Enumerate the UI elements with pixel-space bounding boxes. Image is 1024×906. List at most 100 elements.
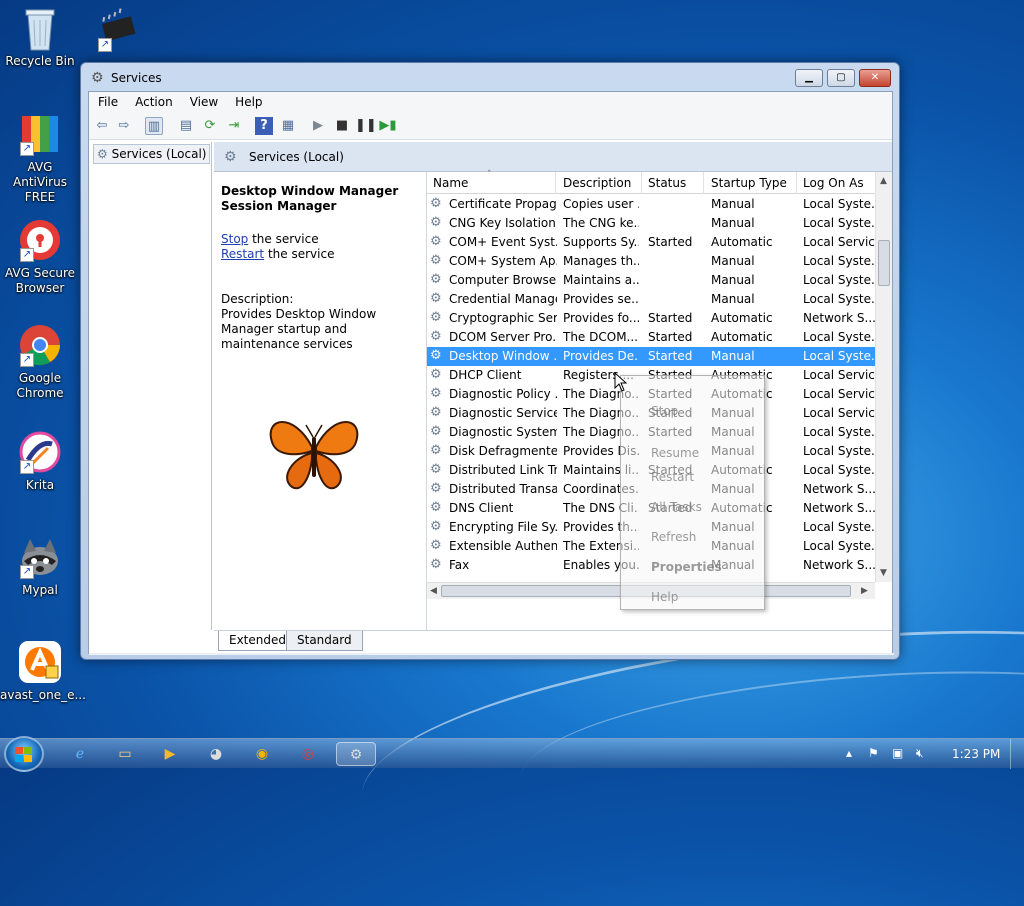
- table-row[interactable]: ⚙ COM+ System Ap... Manages th... Manual Loc…: [427, 252, 875, 271]
- recycle-bin-icon: [18, 6, 62, 51]
- stop-service-icon[interactable]: ■: [333, 117, 351, 135]
- table-row[interactable]: ⚙ Credential Manager Provides se... Manual L…: [427, 290, 875, 309]
- context-menu-item-resume[interactable]: Resume: [651, 446, 699, 460]
- tree-item-services-local[interactable]: ⚙ Services (Local): [93, 144, 211, 164]
- service-gear-icon: ⚙: [430, 272, 442, 287]
- show-hidden-icons-icon[interactable]: ▴: [846, 746, 852, 760]
- export-list-icon[interactable]: ⇥: [225, 117, 243, 135]
- desktop-icon-mypal[interactable]: ↗ Mypal: [0, 535, 80, 598]
- cell-name: DNS Client: [449, 501, 514, 515]
- table-row[interactable]: ⚙ Desktop Window ... Provides De... Started…: [427, 347, 875, 366]
- refresh-icon[interactable]: ⟳: [201, 117, 219, 135]
- cell-log-on-as: Network S...: [803, 482, 875, 496]
- cell-log-on-as: Local Syste...: [803, 444, 875, 458]
- vertical-scroll-thumb[interactable]: [878, 240, 890, 286]
- desktop-icon-chip-shortcut[interactable]: ↗: [78, 8, 158, 56]
- tab-standard[interactable]: Standard: [286, 631, 363, 651]
- vertical-scrollbar[interactable]: ▲ ▼: [875, 172, 892, 582]
- context-menu-item-all-tasks[interactable]: All Tasks: [651, 500, 702, 514]
- context-menu-item-stop[interactable]: Stop: [651, 404, 678, 418]
- pause-service-icon[interactable]: ❚❚: [355, 117, 377, 135]
- desktop-icon-avg-antivirus[interactable]: ↗ AVG AntiVirus FREE: [0, 112, 80, 205]
- table-row[interactable]: ⚙ DCOM Server Pro... The DCOM... Started Aut…: [427, 328, 875, 347]
- column-header-description[interactable]: Description: [563, 176, 631, 190]
- show-hide-console-tree-icon[interactable]: ▥: [145, 117, 163, 135]
- scroll-right-icon[interactable]: ▶: [861, 586, 868, 596]
- title-bar[interactable]: ⚙ Services ▁ ▢ ✕: [81, 63, 899, 91]
- desktop-icon-label: AVG AntiVirus FREE: [13, 160, 67, 204]
- services-pane: ⚙ Services (Local) Desktop Window Manage…: [214, 142, 892, 630]
- desktop-icon-label: Krita: [25, 478, 55, 492]
- context-menu-item-properties[interactable]: Properties: [651, 560, 722, 574]
- cell-log-on-as: Local Syste...: [803, 197, 875, 211]
- forward-arrow-icon[interactable]: ⇨: [115, 117, 133, 135]
- maximize-button[interactable]: ▢: [827, 69, 855, 87]
- column-header-status[interactable]: Status: [648, 176, 686, 190]
- desktop-icon-avast[interactable]: avast_one_e...: [0, 640, 86, 703]
- back-arrow-icon[interactable]: ⇦: [93, 117, 111, 135]
- window-client-area: File Action View Help ⇦ ⇨ ▥ ▤ ⟳ ⇥ ? ▦ ▶ ■ ❚…: [88, 91, 894, 655]
- menu-view[interactable]: View: [181, 92, 226, 109]
- internet-explorer-icon[interactable]: ℯ: [68, 742, 92, 766]
- desktop-icon-krita[interactable]: ↗ Krita: [0, 430, 80, 493]
- menu-file[interactable]: File: [89, 92, 126, 109]
- cell-log-on-as: Local Syste...: [803, 254, 875, 268]
- column-separator[interactable]: [703, 172, 704, 194]
- table-row[interactable]: ⚙ Computer Browser Maintains a... Manual Loc…: [427, 271, 875, 290]
- desktop-icon-recycle-bin[interactable]: Recycle Bin: [0, 6, 80, 69]
- restart-service-link[interactable]: Restart: [221, 247, 264, 261]
- table-row[interactable]: ⚙ CNG Key Isolation The CNG ke... Manual Loc…: [427, 214, 875, 233]
- restart-service-icon[interactable]: ▶▮: [379, 117, 397, 135]
- help-icon[interactable]: ?: [255, 117, 273, 135]
- column-separator[interactable]: [555, 172, 556, 194]
- column-header-log-on-as[interactable]: Log On As: [803, 176, 864, 190]
- clock[interactable]: 1:23 PM: [952, 747, 1000, 761]
- close-button[interactable]: ✕: [859, 69, 891, 87]
- volume-muted-icon[interactable]: 🔇︎: [916, 746, 924, 761]
- sort-ascending-icon: ˆ: [487, 170, 492, 180]
- shortcut-arrow-icon: ↗: [20, 565, 34, 579]
- desktop-icon-avg-secure-browser[interactable]: ↗ AVG Secure Browser: [0, 218, 80, 296]
- desktop-icon-google-chrome[interactable]: ↗ Google Chrome: [0, 323, 80, 401]
- properties-sheet-icon[interactable]: ▤: [177, 117, 195, 135]
- service-gear-icon: ⚙: [430, 424, 442, 439]
- view-tabs: Extended Standard: [214, 630, 892, 652]
- scroll-up-icon[interactable]: ▲: [880, 176, 887, 186]
- start-service-icon[interactable]: ▶: [309, 117, 327, 135]
- cell-startup-type: Manual: [711, 349, 755, 363]
- column-header-name[interactable]: Name: [433, 176, 468, 190]
- action-pane-icon[interactable]: ▦: [279, 117, 297, 135]
- services-taskbar-button[interactable]: ⚙: [336, 742, 376, 766]
- start-button[interactable]: [4, 736, 44, 772]
- context-menu-item-restart[interactable]: Restart: [651, 470, 694, 484]
- column-separator[interactable]: [641, 172, 642, 194]
- column-header-startup-type[interactable]: Startup Type: [711, 176, 787, 190]
- menu-action[interactable]: Action: [126, 92, 181, 109]
- shortcut-arrow-icon: ↗: [20, 248, 34, 262]
- scroll-down-icon[interactable]: ▼: [880, 568, 887, 578]
- show-desktop-button[interactable]: [1010, 739, 1024, 769]
- context-menu: Stop Resume Restart All Tasks Refresh Pr…: [620, 375, 765, 610]
- column-separator[interactable]: [796, 172, 797, 194]
- table-row[interactable]: ⚙ Certificate Propag... Copies user ... Man…: [427, 195, 875, 214]
- file-explorer-icon[interactable]: ▭: [113, 742, 137, 766]
- media-player-icon[interactable]: ▶: [158, 742, 182, 766]
- cell-status: Started: [648, 235, 693, 249]
- cell-name: Cryptographic Ser...: [449, 311, 557, 325]
- chrome-taskbar-icon[interactable]: ◉: [250, 742, 274, 766]
- context-menu-item-refresh[interactable]: Refresh: [651, 530, 696, 544]
- service-gear-icon: ⚙: [430, 481, 442, 496]
- avg-browser-taskbar-icon[interactable]: ◎: [296, 742, 320, 766]
- table-row[interactable]: ⚙ Cryptographic Ser... Provides fo... Start…: [427, 309, 875, 328]
- minimize-button[interactable]: ▁: [795, 69, 823, 87]
- cell-log-on-as: Local Syste...: [803, 425, 875, 439]
- mypal-taskbar-icon[interactable]: ◕: [204, 742, 228, 766]
- action-center-flag-icon[interactable]: ⚑: [868, 746, 879, 760]
- context-menu-item-help[interactable]: Help: [651, 590, 678, 604]
- scroll-left-icon[interactable]: ◀: [430, 586, 437, 596]
- menu-help[interactable]: Help: [226, 92, 270, 109]
- stop-service-link[interactable]: Stop: [221, 232, 248, 246]
- network-icon[interactable]: ▣: [892, 746, 903, 760]
- table-row[interactable]: ⚙ COM+ Event Syst... Supports Sy... Started…: [427, 233, 875, 252]
- cell-name: Diagnostic System...: [449, 425, 557, 439]
